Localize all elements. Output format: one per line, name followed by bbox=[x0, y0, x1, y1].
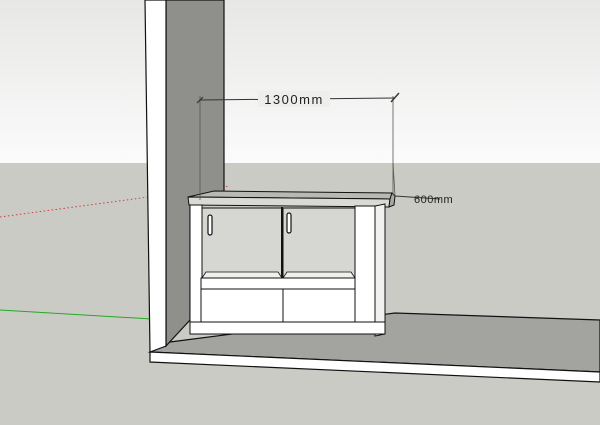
cabinet-opening-left bbox=[201, 207, 283, 279]
shelf-left bbox=[201, 271, 283, 279]
modeling-viewport[interactable]: 1300mm 600mm bbox=[0, 0, 600, 425]
cabinet-end-panel bbox=[374, 203, 386, 337]
cabinet-right-panel bbox=[354, 205, 376, 335]
3d-scene[interactable]: 1300mm 600mm bbox=[0, 0, 600, 425]
dimension-label-width[interactable]: 1300mm bbox=[264, 92, 324, 107]
drawer-right bbox=[282, 288, 356, 323]
drawer-left bbox=[200, 288, 284, 323]
shelf-right bbox=[282, 271, 356, 279]
cabinet-opening-right bbox=[282, 207, 356, 279]
handle-left bbox=[207, 214, 213, 236]
dimension-label-depth[interactable]: 600mm bbox=[414, 194, 453, 206]
cabinet-plinth bbox=[189, 321, 386, 335]
sky bbox=[0, 0, 600, 163]
cabinet-left-panel bbox=[189, 204, 203, 334]
handle-right bbox=[286, 212, 292, 234]
cabinet-rail bbox=[200, 277, 356, 290]
